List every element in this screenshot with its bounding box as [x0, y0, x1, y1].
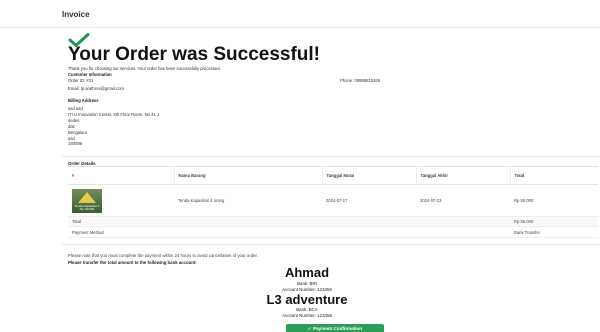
total-row: Total Rp 50.000 [68, 216, 598, 227]
col-end-date: Tanggal Akhir [415, 166, 510, 185]
payment-label: Payment Method [68, 226, 510, 238]
payment-confirmation-button[interactable]: ✓ Payment Confirmation [286, 324, 384, 332]
col-number: # [68, 166, 174, 185]
col-item-name: Nama Barang [173, 166, 322, 185]
order-id: Order ID: #21 [68, 78, 94, 83]
item-name: Tenda Kapasitas 4 orang [174, 184, 322, 217]
account-owner-name: Ahmad [284, 265, 330, 280]
bank-name-2: Bank: BCA [296, 307, 318, 312]
divider [62, 156, 600, 157]
tent-icon [78, 191, 96, 203]
item-end-date: 2024-07-23 [416, 184, 510, 217]
payment-confirmation-label: Payment Confirmation [313, 326, 363, 331]
order-table: # Nama Barang Tanggal Mulai Tanggal Akhi… [68, 166, 598, 238]
payment-row: Payment Method Bank Transfer [68, 226, 598, 238]
customer-info-title: Customer Information [68, 72, 112, 77]
divider [62, 244, 600, 245]
transfer-note: Please transfer the total amount to the … [68, 260, 197, 265]
total-label: Total [68, 216, 510, 227]
success-heading: Your Order was Successful! [68, 44, 321, 65]
email-text: Email: lp.arathros@gmail.com [68, 86, 124, 91]
col-total: Total [509, 166, 598, 185]
table-header-row: # Nama Barang Tanggal Mulai Tanggal Akhi… [68, 166, 598, 185]
item-total: Rp 50.000 [510, 184, 598, 217]
billing-address: asd asd ITI U Innovation Center, 4th Flo… [68, 106, 159, 147]
phone-text: Phone: 08888815265 [340, 78, 381, 83]
bank-name: Bank: BRI [297, 281, 317, 286]
item-start-date: 2024-07-17 [322, 184, 416, 217]
payment-value: Bank Transfer [510, 226, 598, 238]
payment-note: Please note that you must complete the p… [68, 253, 258, 258]
billing-line: 160089 [68, 141, 82, 147]
image-price: Rp. 50.000 [79, 207, 95, 211]
billing-line: ITI U Innovation Center, 4th Floor Room,… [68, 111, 160, 117]
top-bar: Invoice [0, 0, 600, 28]
account-number-2: Account Number: 123456 [282, 313, 332, 318]
total-value: Rp 50.000 [510, 216, 598, 227]
thanks-text: Thank you for choosing our services. You… [68, 66, 221, 71]
page-title: Invoice [62, 10, 90, 19]
table-row: Tenda Kapasitas 4 Rp. 50.000 Tenda Kapas… [68, 184, 598, 217]
billing-title: Billing Address [68, 98, 99, 103]
product-image: Tenda Kapasitas 4 Rp. 50.000 [72, 188, 102, 213]
col-start-date: Tanggal Mulai [321, 166, 416, 185]
company-name: L3 adventure [266, 292, 348, 307]
